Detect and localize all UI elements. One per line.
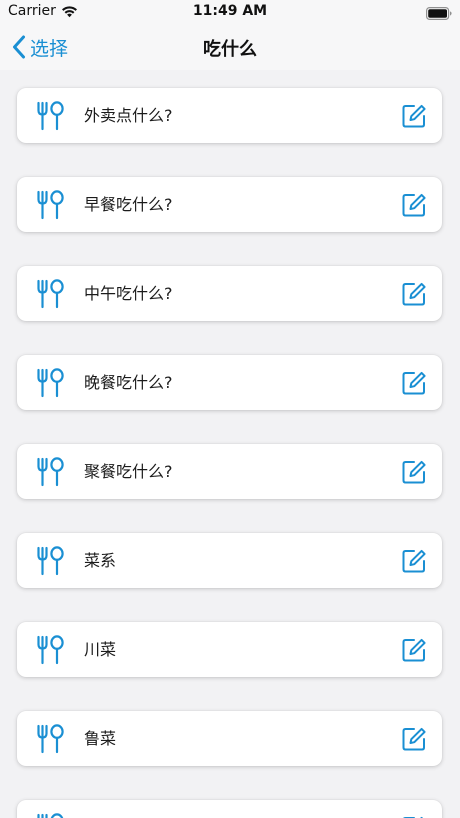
- list-item[interactable]: 聚餐吃什么?: [17, 444, 442, 499]
- list-item[interactable]: 早餐吃什么?: [17, 177, 442, 232]
- list-item-label: 外卖点什么?: [84, 106, 173, 125]
- page-title: 吃什么: [203, 39, 257, 60]
- list-item[interactable]: 菜系: [17, 533, 442, 588]
- battery-icon: [426, 5, 452, 24]
- status-time: 11:49 AM: [192, 3, 268, 19]
- fork-spoon-icon: [37, 635, 64, 665]
- list-item-label: 川菜: [84, 640, 117, 659]
- list-item[interactable]: 外卖点什么?: [17, 88, 442, 143]
- fork-spoon-icon: [37, 724, 64, 754]
- list-item-label: 聚餐吃什么?: [84, 462, 173, 481]
- list-item[interactable]: 中午吃什么?: [17, 266, 442, 321]
- edit-icon[interactable]: [401, 548, 427, 574]
- fork-spoon-icon: [37, 190, 64, 220]
- fork-spoon-icon: [37, 101, 64, 131]
- edit-icon[interactable]: [401, 370, 427, 396]
- app-screen: Carrier 11:49 AM 选择 吃什么 外卖点什么? 早餐吃什么? 中午…: [0, 0, 460, 818]
- edit-icon[interactable]: [401, 637, 427, 663]
- navigation-bar: 选择 吃什么: [0, 24, 460, 70]
- list-item[interactable]: 鲁菜: [17, 711, 442, 766]
- fork-spoon-icon: [37, 546, 64, 576]
- list-item-label: 晚餐吃什么?: [84, 373, 173, 392]
- list-item[interactable]: 晚餐吃什么?: [17, 355, 442, 410]
- list-item-label: 中午吃什么?: [84, 284, 173, 303]
- edit-icon[interactable]: [401, 459, 427, 485]
- list-item-label: 菜系: [84, 551, 117, 570]
- edit-icon[interactable]: [401, 281, 427, 307]
- list-item-label: 鲁菜: [84, 729, 117, 748]
- list-item[interactable]: 川菜: [17, 622, 442, 677]
- edit-icon[interactable]: [401, 192, 427, 218]
- fork-spoon-icon: [37, 279, 64, 309]
- list-item-label: 早餐吃什么?: [84, 195, 173, 214]
- status-bar: Carrier 11:49 AM: [0, 0, 460, 24]
- list-item[interactable]: [17, 800, 442, 818]
- edit-icon[interactable]: [401, 726, 427, 752]
- fork-spoon-icon: [37, 368, 64, 398]
- fork-spoon-icon: [37, 813, 64, 818]
- fork-spoon-icon: [37, 457, 64, 487]
- edit-icon[interactable]: [401, 103, 427, 129]
